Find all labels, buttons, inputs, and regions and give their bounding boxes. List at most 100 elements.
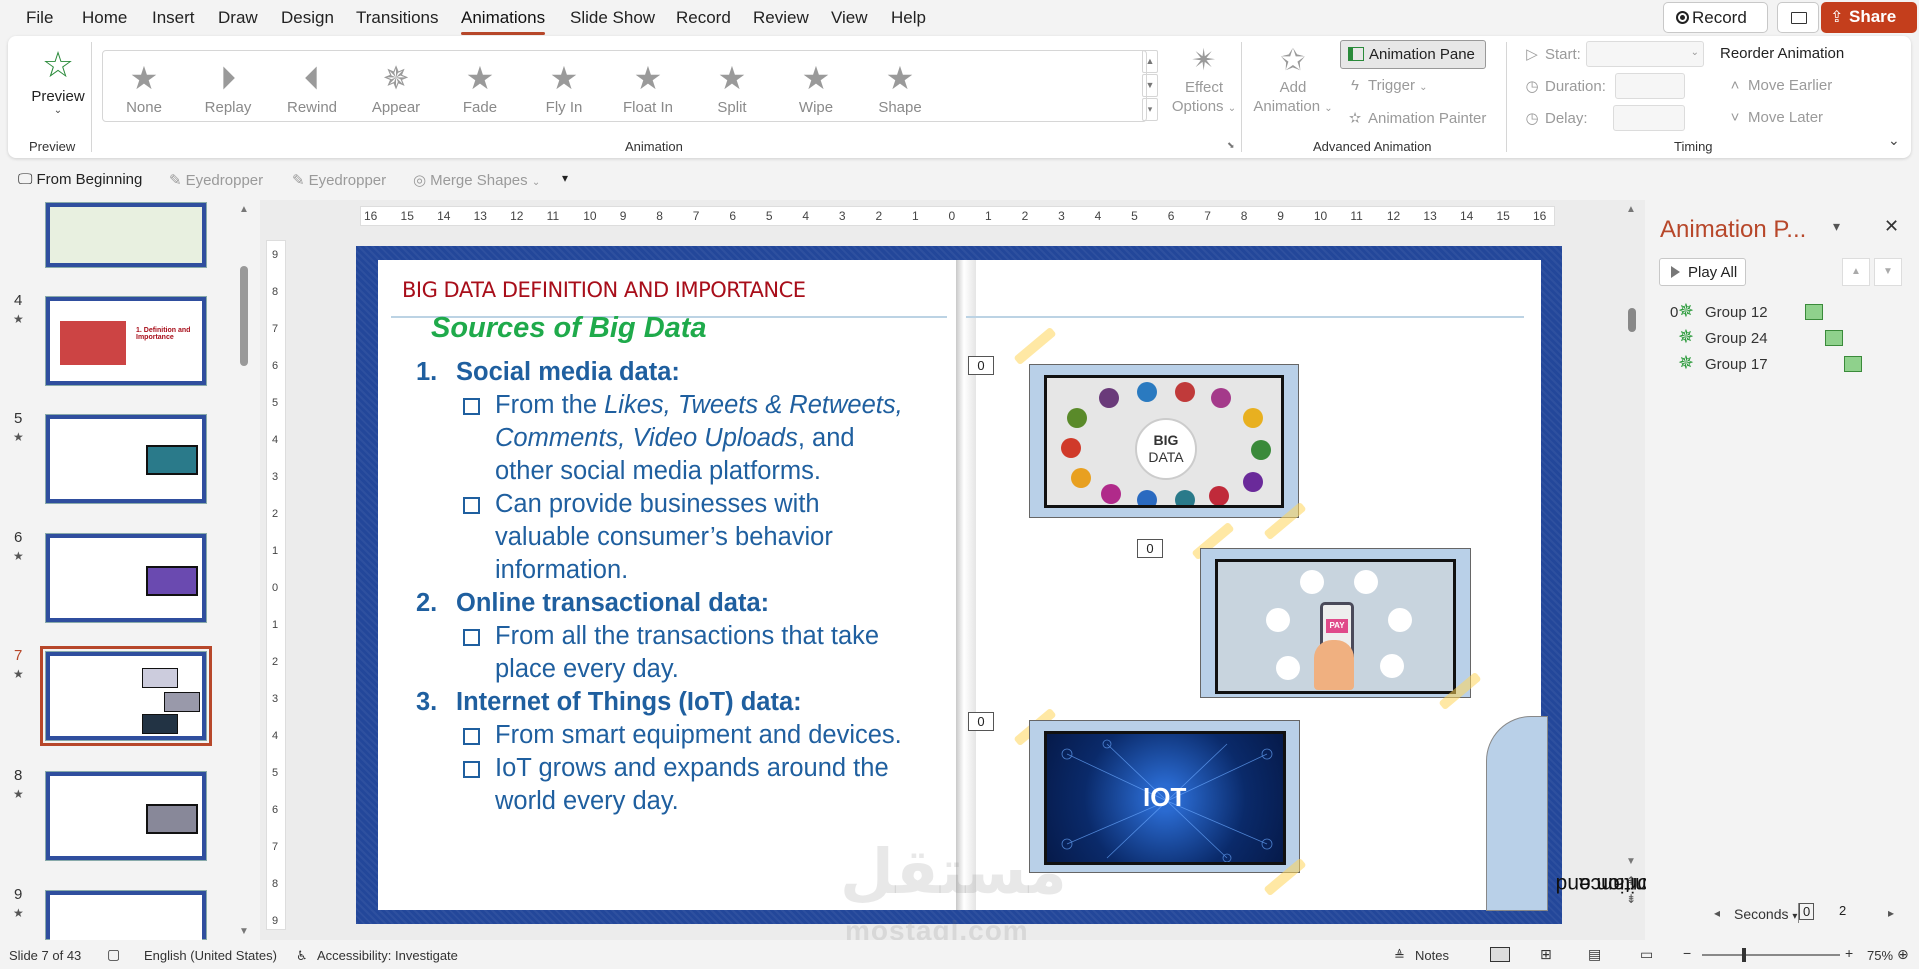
menu-transitions[interactable]: Transitions bbox=[356, 8, 439, 28]
collapse-ribbon-icon[interactable]: ⌄ bbox=[1888, 132, 1900, 149]
gallery-up-icon[interactable]: ▲ bbox=[1142, 50, 1158, 73]
anim-fly-in[interactable]: ★ Fly In bbox=[519, 61, 609, 116]
seconds-dropdown[interactable]: Seconds ▾ bbox=[1734, 906, 1797, 922]
move-down-icon[interactable]: ▼ bbox=[1874, 258, 1902, 286]
menu-file[interactable]: File bbox=[26, 8, 53, 28]
timeline-bar[interactable] bbox=[1825, 330, 1843, 346]
menu-record[interactable]: Record bbox=[676, 8, 731, 28]
from-beginning-button[interactable]: 🖵 From Beginning bbox=[18, 171, 142, 188]
big-data-image[interactable]: BIG DATA bbox=[1029, 364, 1299, 518]
merge-shapes-button[interactable]: ◎ Merge Shapes ⌄ bbox=[413, 171, 540, 189]
normal-view-icon[interactable] bbox=[1490, 947, 1510, 962]
slide-title[interactable]: BIG DATA DEFINITION AND IMPORTANCE bbox=[402, 278, 806, 302]
delay-input[interactable] bbox=[1613, 105, 1685, 131]
move-earlier-button[interactable]: ˄ Move Earlier bbox=[1726, 77, 1833, 94]
thumbnail-slide-9[interactable] bbox=[45, 890, 207, 941]
eyedropper-button-2[interactable]: ✎ Eyedropper bbox=[292, 171, 386, 189]
menu-insert[interactable]: Insert bbox=[152, 8, 195, 28]
editor-scrollbar[interactable]: ▲ ▼ ⇞ ⇟ bbox=[1626, 204, 1638, 920]
add-animation-button[interactable]: ✩ Add Animation ⌄ bbox=[1250, 44, 1336, 118]
animation-item-group-12[interactable]: 0 ✵ Group 12 bbox=[1670, 301, 1768, 322]
anim-shape[interactable]: ★ Shape bbox=[855, 61, 945, 116]
gallery-down-icon[interactable]: ▼ bbox=[1142, 74, 1158, 97]
accessibility-status[interactable]: Accessibility: Investigate bbox=[317, 948, 458, 963]
payment-image[interactable]: PAY bbox=[1200, 548, 1471, 698]
anim-label: Replay bbox=[204, 99, 252, 116]
reading-view-icon[interactable]: ▤ bbox=[1588, 946, 1601, 963]
preview-button[interactable]: ☆ Preview ⌄ bbox=[22, 46, 94, 130]
slide-show-icon[interactable]: ▭ bbox=[1640, 946, 1653, 963]
thumbnails-scrollbar[interactable]: ▲ ▼ bbox=[238, 204, 250, 937]
zoom-slider-thumb[interactable] bbox=[1742, 948, 1746, 962]
comments-button[interactable] bbox=[1777, 2, 1819, 33]
share-button[interactable]: Share bbox=[1821, 2, 1917, 33]
zoom-in-icon[interactable]: + bbox=[1845, 945, 1853, 961]
scroll-up-icon[interactable]: ▲ bbox=[239, 204, 249, 215]
play-all-button[interactable]: Play All bbox=[1659, 258, 1746, 286]
notes-button[interactable]: Notes bbox=[1415, 948, 1449, 963]
anim-none[interactable]: ★ None bbox=[99, 61, 189, 116]
scroll-thumb[interactable] bbox=[1628, 308, 1636, 332]
animation-order-tag[interactable]: 0 bbox=[968, 712, 994, 731]
move-up-icon[interactable]: ▲ bbox=[1842, 258, 1870, 286]
duration-input[interactable] bbox=[1615, 73, 1685, 99]
timeline-bar[interactable] bbox=[1805, 304, 1823, 320]
anim-fade[interactable]: ★ Fade bbox=[435, 61, 525, 116]
gallery-scroll[interactable]: ▲ ▼ ▾ bbox=[1142, 50, 1158, 122]
iot-image[interactable]: IOT bbox=[1029, 720, 1300, 873]
animation-pane-button[interactable]: Animation Pane bbox=[1340, 40, 1486, 69]
menu-view[interactable]: View bbox=[831, 8, 868, 28]
timeline-left-icon[interactable]: ◂ bbox=[1714, 906, 1720, 920]
thumbnail-slide-5[interactable] bbox=[45, 414, 207, 504]
thumbnail-slide-3[interactable] bbox=[45, 202, 207, 268]
eyedropper-button-1[interactable]: ✎ Eyedropper bbox=[169, 171, 263, 189]
close-icon[interactable]: ✕ bbox=[1884, 216, 1899, 237]
menu-home[interactable]: Home bbox=[82, 8, 127, 28]
zoom-level[interactable]: 75% bbox=[1867, 948, 1893, 963]
timeline-right-icon[interactable]: ▸ bbox=[1888, 906, 1894, 920]
menu-animations[interactable]: Animations bbox=[461, 8, 546, 35]
move-later-button[interactable]: ˅ Move Later bbox=[1726, 109, 1823, 126]
scroll-up-icon[interactable]: ▲ bbox=[1626, 204, 1636, 215]
menu-review[interactable]: Review bbox=[753, 8, 809, 28]
menu-slide-show[interactable]: Slide Show bbox=[570, 8, 655, 28]
spelling-icon[interactable]: ▢ bbox=[107, 946, 120, 963]
anim-split[interactable]: ★ Split bbox=[687, 61, 777, 116]
chevron-down-icon[interactable]: ▾ bbox=[1833, 218, 1840, 235]
thumbnail-slide-8[interactable] bbox=[45, 771, 207, 861]
slide-canvas[interactable]: BIG DATA DEFINITION AND IMPORTANCE Sourc… bbox=[356, 246, 1684, 924]
animation-painter-button[interactable]: ✫ Animation Painter bbox=[1346, 109, 1487, 127]
menu-draw[interactable]: Draw bbox=[218, 8, 258, 28]
content-list[interactable]: 1. Social media data: From the Likes, Twe… bbox=[416, 356, 916, 818]
slide-sorter-icon[interactable]: ⊞ bbox=[1540, 946, 1552, 963]
anim-appear[interactable]: ✵ Appear bbox=[351, 61, 441, 116]
trigger-button[interactable]: ϟ Trigger ⌄ bbox=[1346, 77, 1428, 94]
scroll-down-icon[interactable]: ▼ bbox=[239, 926, 249, 937]
animation-order-tag[interactable]: 0 bbox=[968, 356, 994, 375]
thumbnail-slide-6[interactable] bbox=[45, 533, 207, 623]
menu-help[interactable]: Help bbox=[891, 8, 926, 28]
anim-wipe[interactable]: ★ Wipe bbox=[771, 61, 861, 116]
anim-float-in[interactable]: ★ Float In bbox=[603, 61, 693, 116]
start-select[interactable]: ⌄ bbox=[1586, 41, 1704, 67]
anim-rewind[interactable]: ⏴ Rewind bbox=[267, 61, 357, 116]
record-button[interactable]: Record bbox=[1663, 2, 1768, 33]
dialog-launcher-icon[interactable]: ⬊ bbox=[1227, 140, 1235, 151]
animation-order-tag[interactable]: 0 bbox=[1137, 539, 1163, 558]
fit-to-window-icon[interactable]: ⊕ bbox=[1897, 946, 1909, 963]
thumbnail-slide-4[interactable]: 1. Definition and Importance bbox=[45, 296, 207, 386]
gallery-more-icon[interactable]: ▾ bbox=[1142, 98, 1158, 121]
menu-design[interactable]: Design bbox=[281, 8, 334, 28]
slide-subtitle[interactable]: Sources of Big Data bbox=[431, 312, 707, 345]
customize-qat-icon[interactable]: ▾ bbox=[562, 171, 568, 185]
side-tab[interactable]: Definition and Importance bbox=[1486, 716, 1684, 911]
language-indicator[interactable]: English (United States) bbox=[144, 948, 277, 963]
anim-replay[interactable]: ⏵ Replay bbox=[183, 61, 273, 116]
effect-options-button[interactable]: ✴ Effect Options ⌄ bbox=[1168, 44, 1240, 118]
timeline-bar[interactable] bbox=[1844, 356, 1862, 372]
zoom-out-icon[interactable]: − bbox=[1683, 945, 1691, 961]
zoom-slider[interactable] bbox=[1702, 948, 1840, 962]
thumbnail-slide-7[interactable] bbox=[40, 646, 212, 746]
scroll-thumb[interactable] bbox=[240, 266, 248, 366]
scroll-down-icon[interactable]: ▼ bbox=[1626, 856, 1636, 867]
